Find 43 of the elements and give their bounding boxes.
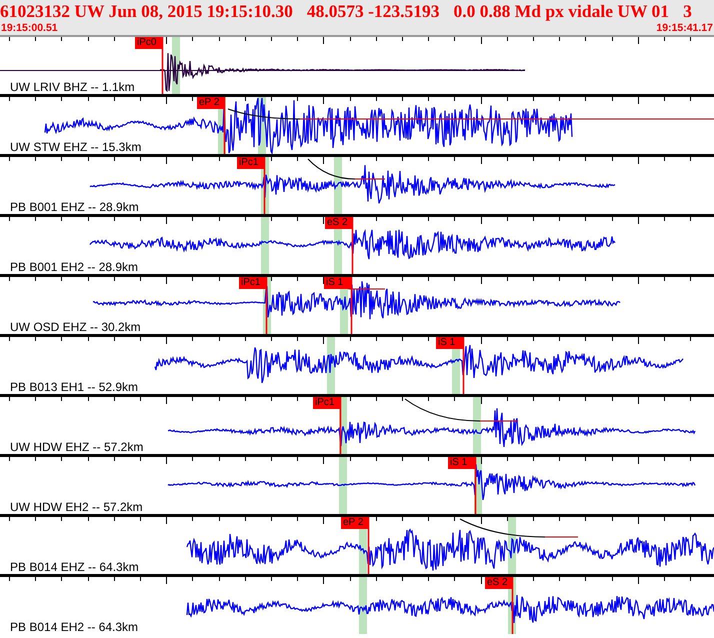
phase-pick-label[interactable]: eP 2 [341,517,368,529]
phase-pick-label[interactable]: iS 1 [436,337,463,349]
pick-line [162,37,164,94]
phase-pick-label[interactable]: eS 2 [325,217,352,229]
phase-pick-label[interactable]: iS 1 [448,457,475,469]
pick-line [264,157,266,214]
pick-line [350,277,352,334]
pick-line [512,577,514,634]
event-summary: 0.0 0.88 Md px vidale UW 01 [454,1,670,22]
pick-line [462,337,464,394]
channel-label: PB B013 EH1 -- 52.9km [10,380,138,394]
pick-line [352,217,354,274]
phase-pick-label[interactable]: eS 2 [485,577,512,589]
channel-label: PB B001 EHZ -- 28.9km [10,200,139,214]
channel-label: UW HDW EH2 -- 57.2km [10,500,143,514]
phase-pick-label[interactable]: iS 1 [324,277,351,289]
pick-line [224,97,226,154]
start-time: 19:15:00.51 [1,22,58,35]
pick-line [266,277,268,334]
event-summary: 61023132 UW Jun 08, 2015 19:15:10.30 [0,1,293,22]
phase-pick-label[interactable]: iPc0 [135,37,162,49]
phase-window [339,457,347,514]
channel-label: PB B014 EHZ -- 64.3km [10,560,139,574]
pick-line [340,397,342,454]
phase-window [359,577,367,634]
event-summary: 48.0573 -123.5193 [306,1,440,22]
channel-label: UW STW EHZ -- 15.3km [10,140,142,154]
phase-window [261,217,269,274]
phase-pick-label[interactable]: iPc1 [313,397,340,409]
event-summary: 3 [683,1,692,22]
channel-label: UW OSD EHZ -- 30.2km [10,320,141,334]
pick-line [368,517,370,574]
phase-pick-label[interactable]: iPc1 [237,157,264,169]
end-time: 19:15:41.17 [656,22,713,35]
phase-pick-label[interactable]: iPc1 [239,277,266,289]
pick-line [474,457,476,514]
channel-label: PB B001 EH2 -- 28.9km [10,260,138,274]
channel-label: PB B014 EH2 -- 64.3km [10,620,138,634]
channel-label: UW HDW EHZ -- 57.2km [10,440,144,454]
channel-label: UW LRIV BHZ -- 1.1km [10,80,135,94]
phase-window [473,397,481,454]
phase-pick-label[interactable]: eP 2 [197,97,224,109]
phase-window [334,157,342,214]
